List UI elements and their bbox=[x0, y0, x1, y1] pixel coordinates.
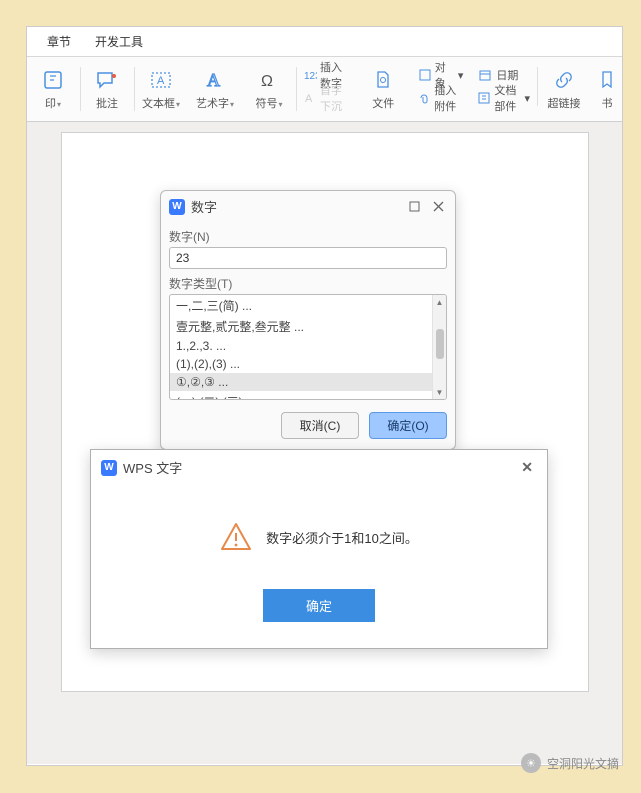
ok-button[interactable]: 确定(O) bbox=[369, 412, 447, 439]
type-field-label: 数字类型(T) bbox=[169, 273, 447, 294]
list-item-selected[interactable]: ①,②,③ ... bbox=[170, 373, 432, 391]
maximize-button[interactable] bbox=[405, 199, 423, 215]
watermark-avatar-icon: ☀ bbox=[521, 753, 541, 773]
doc-parts-button[interactable]: 文档部件▾ bbox=[477, 88, 530, 108]
chevron-down-icon: ▾ bbox=[176, 100, 180, 109]
dialog-title: 数字 bbox=[191, 197, 217, 216]
file-button[interactable]: 文件 bbox=[361, 65, 405, 113]
annotate-icon bbox=[95, 67, 119, 93]
cancel-button[interactable]: 取消(C) bbox=[281, 412, 359, 439]
annotate-button[interactable]: 批注 bbox=[85, 65, 129, 113]
attachment-icon bbox=[417, 91, 431, 105]
menu-bar: 章节 开发工具 bbox=[27, 27, 622, 57]
calendar-icon bbox=[477, 68, 493, 82]
object-icon bbox=[417, 68, 432, 82]
close-button[interactable]: ✕ bbox=[517, 459, 537, 476]
list-item[interactable]: 一,二,三(简) ... bbox=[170, 295, 432, 316]
ribbon: 印▾ 批注 A 文本框▾ A 艺 bbox=[27, 57, 622, 122]
scroll-thumb[interactable] bbox=[436, 329, 444, 359]
symbol-button[interactable]: Ω 符号▾ bbox=[247, 65, 291, 113]
close-icon bbox=[433, 201, 444, 212]
scroll-down-icon[interactable]: ▼ bbox=[433, 385, 446, 399]
list-item[interactable]: 1.,2.,3. ... bbox=[170, 337, 432, 355]
list-item[interactable]: (一),(二),(三) ... bbox=[170, 391, 432, 400]
number-icon: 123 bbox=[303, 68, 317, 82]
docparts-icon bbox=[477, 91, 491, 105]
list-item[interactable]: 壹元整,贰元整,叁元整 ... bbox=[170, 316, 432, 337]
svg-text:A: A bbox=[207, 70, 220, 90]
warning-message: 数字必须介于1和10之间。 bbox=[266, 528, 418, 547]
symbol-icon: Ω bbox=[258, 67, 280, 93]
warning-dialog: W WPS 文字 ✕ 数字必须介于1和10之间。 确定 bbox=[90, 449, 548, 649]
close-icon: ✕ bbox=[521, 459, 533, 475]
svg-text:Ω: Ω bbox=[261, 73, 273, 90]
wps-app-icon: W bbox=[169, 199, 185, 215]
chevron-down-icon: ▾ bbox=[278, 100, 282, 109]
number-field-label: 数字(N) bbox=[169, 226, 447, 247]
textbox-button[interactable]: A 文本框▾ bbox=[139, 65, 183, 113]
bookmark-button[interactable]: 书 bbox=[596, 65, 618, 113]
chevron-down-icon: ▾ bbox=[57, 100, 61, 109]
link-icon bbox=[553, 67, 575, 93]
watermark-text: 空洞阳光文摘 bbox=[547, 755, 619, 772]
number-input[interactable] bbox=[169, 247, 447, 269]
dropcap-icon: A bbox=[303, 91, 317, 105]
textbox-icon: A bbox=[149, 67, 173, 93]
insert-attachment-button[interactable]: 插入附件 bbox=[417, 88, 463, 108]
wordart-icon: A bbox=[204, 67, 226, 93]
watermark: ☀ 空洞阳光文摘 bbox=[521, 753, 619, 773]
menu-devtools[interactable]: 开发工具 bbox=[95, 33, 143, 50]
wordart-button[interactable]: A 艺术字▾ bbox=[193, 65, 237, 113]
svg-text:A: A bbox=[157, 75, 165, 87]
chevron-down-icon: ▾ bbox=[458, 69, 464, 82]
bookmark-icon bbox=[598, 67, 616, 93]
chevron-down-icon: ▾ bbox=[230, 100, 234, 109]
scroll-up-icon[interactable]: ▲ bbox=[433, 295, 446, 309]
warning-dialog-title: WPS 文字 bbox=[123, 458, 182, 477]
chevron-down-icon: ▾ bbox=[524, 92, 530, 105]
dropcap-button[interactable]: A 首字下沉 bbox=[303, 88, 349, 108]
warning-ok-button[interactable]: 确定 bbox=[263, 589, 375, 622]
scrollbar[interactable]: ▲ ▼ bbox=[432, 295, 446, 399]
svg-text:123: 123 bbox=[304, 71, 317, 82]
number-dialog: W 数字 数字(N) 数字类型(T) 一,二,三(简) ... 壹元整,贰元整,… bbox=[160, 190, 456, 450]
number-type-list[interactable]: 一,二,三(简) ... 壹元整,贰元整,叁元整 ... 1.,2.,3. ..… bbox=[169, 294, 447, 400]
stamp-button[interactable]: 印▾ bbox=[31, 65, 75, 113]
wps-app-icon: W bbox=[101, 460, 117, 476]
list-item[interactable]: (1),(2),(3) ... bbox=[170, 355, 432, 373]
stamp-icon bbox=[42, 67, 64, 93]
square-icon bbox=[409, 201, 420, 212]
close-button[interactable] bbox=[429, 199, 447, 215]
file-icon bbox=[373, 67, 393, 93]
dialog-titlebar: W 数字 bbox=[161, 191, 455, 222]
hyperlink-button[interactable]: 超链接 bbox=[542, 65, 586, 113]
menu-chapter[interactable]: 章节 bbox=[47, 33, 71, 50]
warning-icon bbox=[220, 521, 252, 553]
svg-text:A: A bbox=[305, 93, 313, 105]
